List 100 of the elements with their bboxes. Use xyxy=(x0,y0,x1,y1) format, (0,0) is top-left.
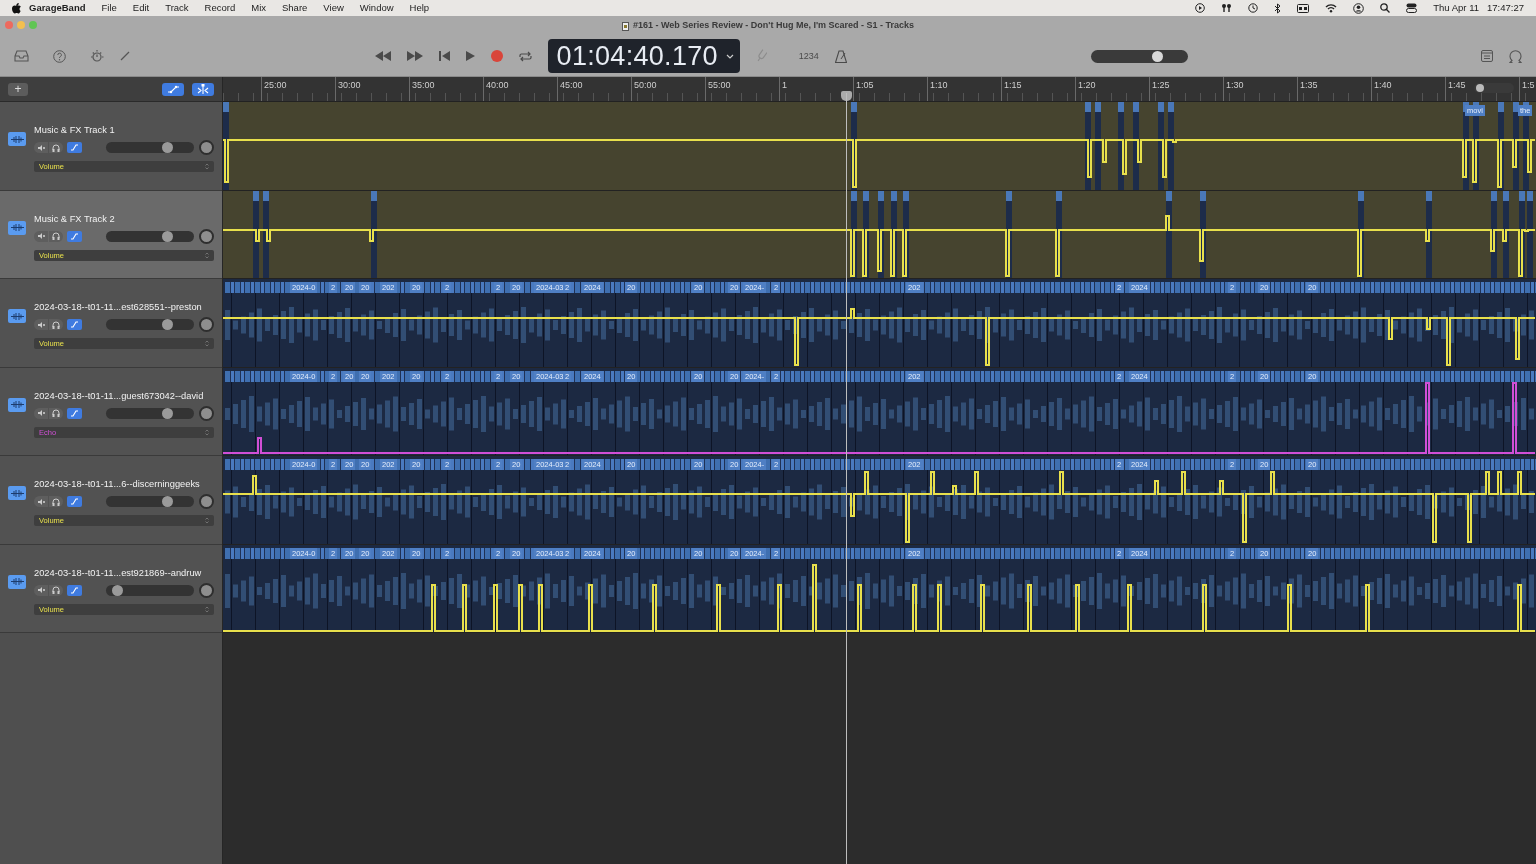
solo-button[interactable] xyxy=(49,230,63,242)
mute-button[interactable] xyxy=(34,407,48,419)
solo-button[interactable] xyxy=(49,584,63,596)
automation-button[interactable] xyxy=(162,82,184,96)
mute-button[interactable] xyxy=(34,230,48,242)
loop-icon xyxy=(1509,49,1522,63)
menu-item[interactable]: Record xyxy=(196,0,244,16)
slider-thumb[interactable] xyxy=(161,407,173,419)
display-icon[interactable] xyxy=(1297,3,1310,13)
rewind-icon xyxy=(374,51,391,61)
solo-button[interactable] xyxy=(49,407,63,419)
zoom-slider[interactable] xyxy=(1474,83,1514,93)
lcd-time: 01:04:40.170 xyxy=(556,39,718,73)
pan-knob[interactable] xyxy=(199,140,214,155)
automation-toggle[interactable] xyxy=(67,230,82,242)
notepad-button[interactable] xyxy=(1481,50,1493,62)
ruler-label: 1:05 xyxy=(856,79,874,92)
volume-slider[interactable] xyxy=(106,230,194,242)
menu-item[interactable]: View xyxy=(315,0,352,16)
cycle-button[interactable] xyxy=(518,50,532,62)
menu-item[interactable]: File xyxy=(93,0,125,16)
pan-knob[interactable] xyxy=(199,228,214,244)
slider-thumb[interactable] xyxy=(112,584,124,596)
menu-item[interactable]: Mix xyxy=(243,0,274,16)
speaker-muted-icon xyxy=(37,586,45,594)
pan-knob[interactable] xyxy=(199,582,214,598)
wifi-icon[interactable] xyxy=(1325,3,1338,13)
automation-toggle[interactable] xyxy=(67,496,82,507)
app-menu[interactable]: GarageBand xyxy=(21,0,94,16)
headphones-icon xyxy=(52,143,60,152)
menu-bar-clock: 17:47:27 xyxy=(1487,0,1524,15)
volume-slider[interactable] xyxy=(106,407,194,419)
mute-button[interactable] xyxy=(34,496,48,507)
fast-forward-icon xyxy=(406,51,423,61)
notepad-icon xyxy=(1481,50,1493,62)
volume-slider[interactable] xyxy=(106,496,194,507)
search-icon[interactable] xyxy=(1380,3,1391,13)
fast-forward-button[interactable] xyxy=(406,51,423,61)
volume-slider[interactable] xyxy=(106,319,194,330)
automation-icon xyxy=(70,409,79,417)
pan-knob[interactable] xyxy=(199,494,214,509)
mute-button[interactable] xyxy=(34,142,48,153)
automation-toggle[interactable] xyxy=(67,319,82,330)
slider-thumb[interactable] xyxy=(161,142,173,153)
menu-item[interactable]: Share xyxy=(274,0,316,16)
menu-item[interactable]: Track xyxy=(157,0,197,16)
headphones-icon xyxy=(52,409,60,417)
waveform-icon xyxy=(8,397,26,412)
play-button[interactable] xyxy=(465,51,475,61)
solo-button[interactable] xyxy=(49,319,63,330)
slider-thumb[interactable] xyxy=(161,230,173,242)
go-to-beginning-button[interactable] xyxy=(438,51,450,61)
automation-toggle[interactable] xyxy=(67,407,82,419)
editor-button[interactable] xyxy=(120,51,130,61)
slider-thumb[interactable] xyxy=(161,496,173,507)
automation-icon xyxy=(70,144,79,151)
record-icon xyxy=(490,50,503,62)
slider-thumb[interactable] xyxy=(1152,50,1164,62)
control-center-icon[interactable] xyxy=(1406,3,1418,13)
solo-button[interactable] xyxy=(49,496,63,507)
slider-thumb[interactable] xyxy=(161,319,173,330)
rewind-button[interactable] xyxy=(374,51,391,61)
track-name: 2024-03-18--t01-11...est628551--preston xyxy=(34,301,203,313)
library-button[interactable] xyxy=(14,50,29,62)
user-icon[interactable] xyxy=(1353,2,1365,14)
metronome-button[interactable] xyxy=(834,49,847,63)
smart-controls-button[interactable] xyxy=(90,49,104,63)
menu-item[interactable]: Help xyxy=(401,0,438,16)
menu-item[interactable]: Window xyxy=(351,0,402,16)
ruler-label: 1:25 xyxy=(1152,79,1170,92)
earbuds-icon[interactable] xyxy=(1221,3,1233,13)
help-button[interactable] xyxy=(53,49,66,63)
master-volume-slider[interactable] xyxy=(1091,49,1189,63)
speaker-muted-icon xyxy=(37,232,45,240)
menu-item[interactable]: Edit xyxy=(124,0,158,16)
pan-knob[interactable] xyxy=(199,317,214,332)
loops-button[interactable] xyxy=(1509,49,1522,63)
play-icon[interactable] xyxy=(1195,3,1206,13)
volume-slider[interactable] xyxy=(106,142,194,153)
ruler-label: 1:40 xyxy=(1374,79,1392,92)
time-display[interactable]: 01:04:40.170 xyxy=(547,39,740,73)
count-in-button[interactable]: 1234 xyxy=(798,51,819,61)
playhead-handle[interactable] xyxy=(841,91,852,101)
automation-toggle[interactable] xyxy=(67,584,82,596)
pan-knob[interactable] xyxy=(199,405,214,421)
skip-back-icon xyxy=(438,51,450,61)
chevron-down-icon[interactable] xyxy=(725,53,734,59)
mute-button[interactable] xyxy=(34,319,48,330)
automation-toggle[interactable] xyxy=(67,142,82,153)
add-track-button[interactable]: + xyxy=(8,82,28,96)
apple-icon[interactable] xyxy=(12,2,21,14)
snap-button[interactable] xyxy=(192,82,214,96)
slider-thumb[interactable] xyxy=(1475,84,1484,92)
clock-icon[interactable] xyxy=(1248,3,1259,13)
volume-slider[interactable] xyxy=(106,584,194,596)
ruler-label: 1:20 xyxy=(1078,79,1096,92)
ruler-label: 55:00 xyxy=(708,79,731,92)
solo-button[interactable] xyxy=(49,142,63,153)
mute-button[interactable] xyxy=(34,584,48,596)
bluetooth-icon[interactable] xyxy=(1274,2,1282,14)
